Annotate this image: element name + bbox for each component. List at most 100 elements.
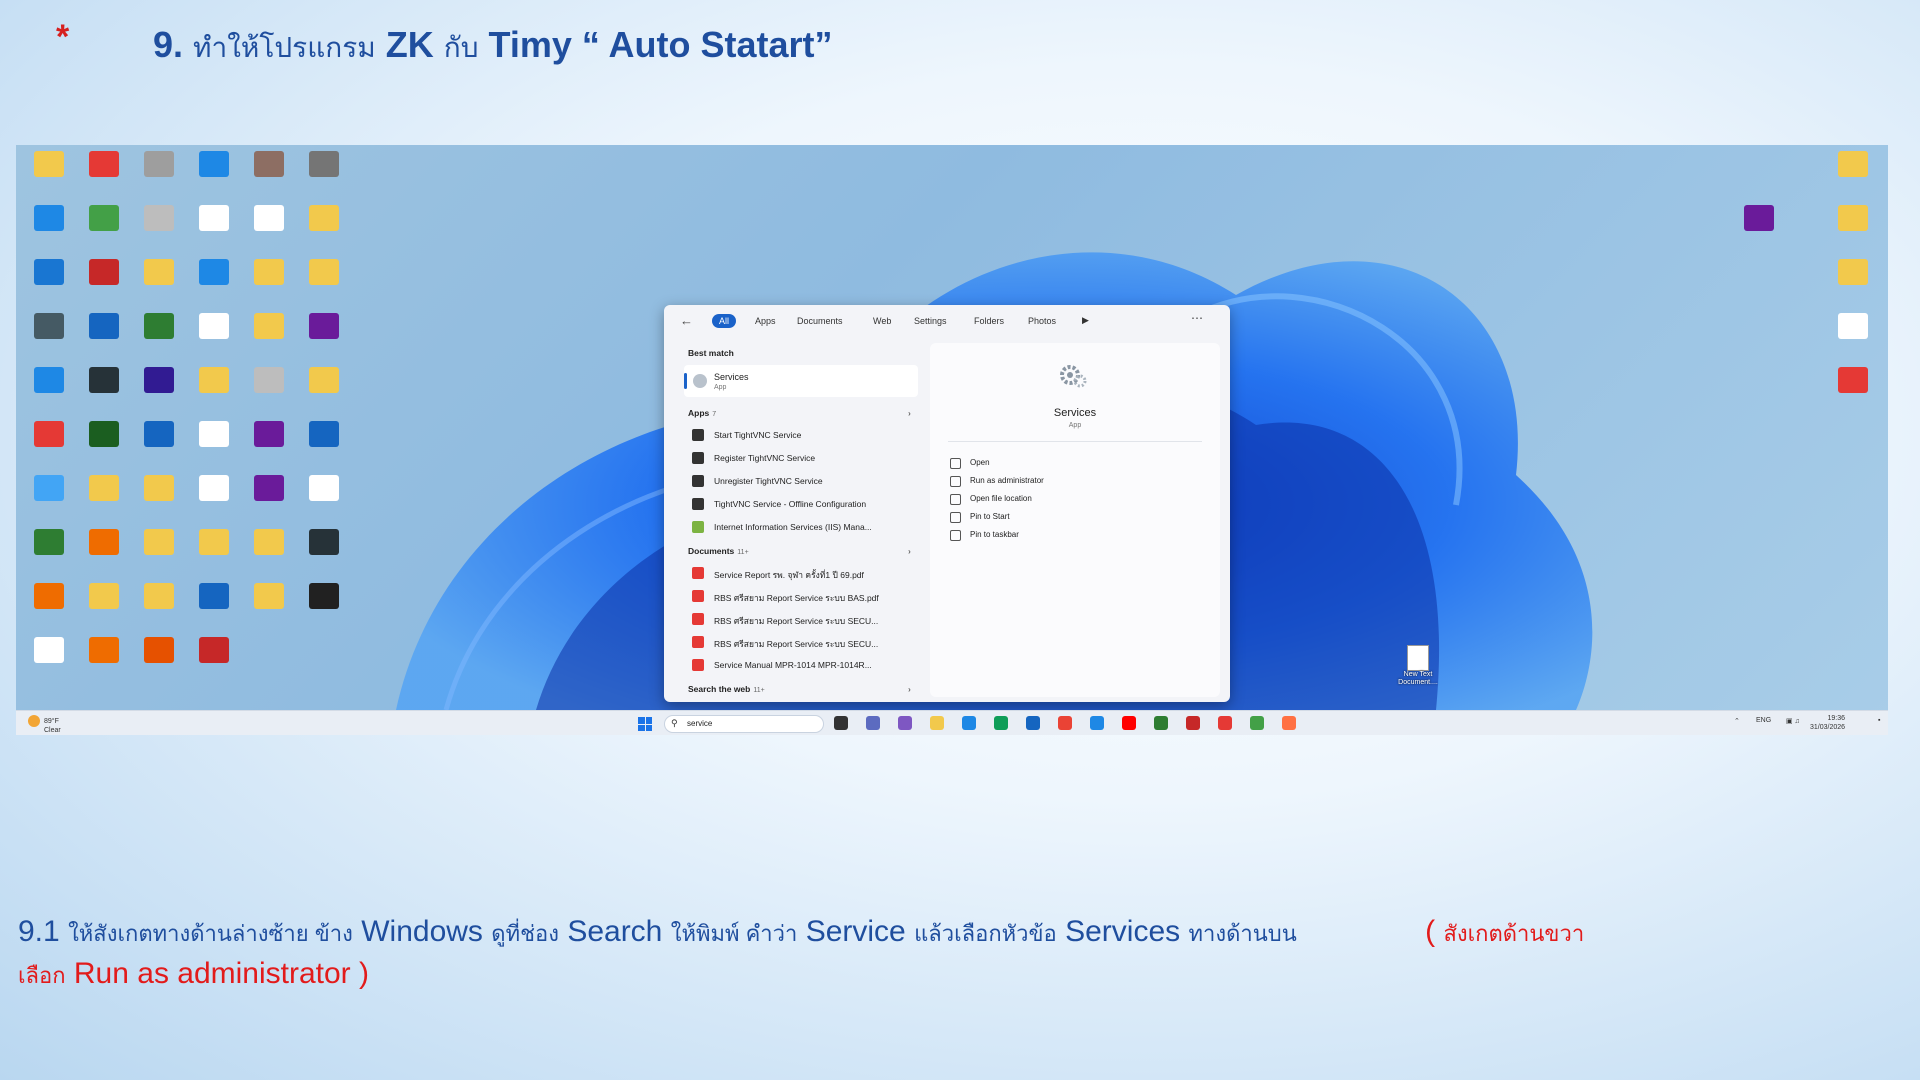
desktop-icon-new-text-document[interactable]: New Text Document.... bbox=[1388, 645, 1448, 687]
desktop-icon-excel[interactable] bbox=[1828, 311, 1878, 361]
desktop-icon[interactable] bbox=[134, 635, 184, 685]
desktop-icon[interactable] bbox=[299, 257, 349, 307]
desktop-icon-pdf[interactable] bbox=[1828, 365, 1878, 415]
filter-web[interactable]: Web bbox=[866, 314, 898, 328]
desktop-icon[interactable] bbox=[24, 581, 74, 631]
taskbar-app-icon[interactable] bbox=[1186, 716, 1200, 730]
desktop-icon[interactable] bbox=[244, 581, 294, 631]
desktop-icon[interactable] bbox=[189, 635, 239, 685]
filter-folders[interactable]: Folders bbox=[967, 314, 1011, 328]
desktop-icon[interactable] bbox=[299, 365, 349, 415]
desktop-icon[interactable] bbox=[79, 257, 129, 307]
desktop-icon[interactable] bbox=[189, 203, 239, 253]
desktop-icon[interactable] bbox=[244, 257, 294, 307]
desktop-icon[interactable] bbox=[79, 149, 129, 199]
desktop-icon[interactable] bbox=[134, 203, 184, 253]
taskbar-app-icon[interactable] bbox=[930, 716, 944, 730]
desktop-icon-folder[interactable] bbox=[1828, 257, 1878, 307]
app-result[interactable]: TightVNC Service - Offline Configuration bbox=[692, 495, 918, 513]
desktop-icon[interactable] bbox=[24, 149, 74, 199]
taskbar-app-icon[interactable] bbox=[1154, 716, 1168, 730]
desktop-icon[interactable] bbox=[244, 365, 294, 415]
desktop-icon[interactable] bbox=[189, 365, 239, 415]
network-volume-icons[interactable]: ▣ ♫ bbox=[1786, 717, 1800, 725]
taskbar-search-box[interactable]: ⚲ service bbox=[664, 715, 824, 733]
desktop-icon[interactable] bbox=[134, 473, 184, 523]
desktop-icon[interactable] bbox=[244, 473, 294, 523]
desktop-icon-folder[interactable] bbox=[1828, 203, 1878, 253]
desktop-icon[interactable] bbox=[299, 203, 349, 253]
desktop-icon[interactable] bbox=[79, 203, 129, 253]
taskbar-app-icon[interactable] bbox=[1026, 716, 1040, 730]
more-filters-play-icon[interactable]: ▶ bbox=[1082, 315, 1089, 326]
desktop-icon[interactable] bbox=[189, 419, 239, 469]
desktop-icon[interactable] bbox=[24, 257, 74, 307]
document-result[interactable]: RBS ศรีสยาม Report Service ระบบ SECU... bbox=[692, 633, 918, 651]
taskbar-app-icon[interactable] bbox=[994, 716, 1008, 730]
document-result[interactable]: RBS ศรีสยาม Report Service ระบบ SECU... bbox=[692, 610, 918, 628]
back-arrow-icon[interactable]: ← bbox=[680, 313, 693, 328]
desktop-icon[interactable] bbox=[189, 257, 239, 307]
taskbar-app-icon[interactable] bbox=[834, 716, 848, 730]
app-result[interactable]: Internet Information Services (IIS) Mana… bbox=[692, 518, 918, 536]
desktop-icon[interactable] bbox=[244, 419, 294, 469]
taskbar-clock[interactable]: 19:36 31/03/2026 bbox=[1810, 714, 1845, 732]
filter-all[interactable]: All bbox=[712, 314, 737, 328]
desktop-icon[interactable] bbox=[24, 419, 74, 469]
taskbar-app-icon[interactable] bbox=[1282, 716, 1296, 730]
taskbar-app-icon[interactable] bbox=[962, 716, 976, 730]
language-indicator[interactable]: ENG bbox=[1756, 717, 1771, 724]
desktop-icon[interactable] bbox=[79, 311, 129, 361]
desktop-icon[interactable] bbox=[24, 527, 74, 577]
desktop-icon[interactable] bbox=[189, 527, 239, 577]
notification-icon[interactable]: ▪ bbox=[1878, 717, 1880, 724]
documents-heading[interactable]: Documents 11+ › bbox=[688, 546, 911, 556]
document-result[interactable]: Service Report รพ. จุฬา ครั้งที่1 ปี 69.… bbox=[692, 564, 918, 582]
desktop-icon-folder[interactable] bbox=[1828, 149, 1878, 199]
desktop-icon[interactable] bbox=[24, 311, 74, 361]
desktop-icon[interactable] bbox=[299, 527, 349, 577]
taskbar-app-icon[interactable] bbox=[1058, 716, 1072, 730]
weather-widget[interactable]: 89°F Clear bbox=[28, 715, 61, 735]
desktop-icon[interactable] bbox=[79, 635, 129, 685]
desktop-icon[interactable] bbox=[134, 581, 184, 631]
desktop-icon[interactable] bbox=[79, 473, 129, 523]
desktop-icon[interactable] bbox=[79, 419, 129, 469]
app-result[interactable]: Start TightVNC Service bbox=[692, 426, 918, 444]
best-match-services[interactable]: Services App bbox=[684, 365, 918, 397]
desktop-icon[interactable] bbox=[134, 527, 184, 577]
desktop-icon[interactable] bbox=[134, 311, 184, 361]
taskbar-app-icon[interactable] bbox=[898, 716, 912, 730]
app-result[interactable]: Register TightVNC Service bbox=[692, 449, 918, 467]
apps-heading[interactable]: Apps 7 › bbox=[688, 408, 911, 418]
desktop-icon[interactable] bbox=[244, 149, 294, 199]
search-the-web-heading[interactable]: Search the web 11+ › bbox=[688, 684, 911, 694]
desktop-icon[interactable] bbox=[79, 581, 129, 631]
desktop-icon[interactable] bbox=[24, 635, 74, 685]
desktop-icon[interactable] bbox=[299, 419, 349, 469]
desktop-icon[interactable] bbox=[189, 473, 239, 523]
document-result[interactable]: RBS ศรีสยาม Report Service ระบบ BAS.pdf bbox=[692, 587, 918, 605]
desktop-icon[interactable] bbox=[244, 311, 294, 361]
desktop-icon[interactable] bbox=[299, 311, 349, 361]
desktop-icon[interactable] bbox=[189, 311, 239, 361]
app-result[interactable]: Unregister TightVNC Service bbox=[692, 472, 918, 490]
desktop-icon[interactable] bbox=[244, 527, 294, 577]
desktop-icon[interactable] bbox=[189, 149, 239, 199]
desktop-icon[interactable] bbox=[134, 365, 184, 415]
desktop-icon[interactable] bbox=[24, 203, 74, 253]
filter-photos[interactable]: Photos bbox=[1021, 314, 1063, 328]
chevron-up-icon[interactable]: ⌃ bbox=[1734, 717, 1740, 725]
desktop-icon[interactable] bbox=[134, 257, 184, 307]
windows-start-icon[interactable] bbox=[638, 717, 652, 731]
desktop-icon[interactable] bbox=[189, 581, 239, 631]
desktop-icon[interactable] bbox=[79, 527, 129, 577]
taskbar-app-icon[interactable] bbox=[1218, 716, 1232, 730]
taskbar-app-icon[interactable] bbox=[866, 716, 880, 730]
taskbar-app-icon[interactable] bbox=[1122, 716, 1136, 730]
desktop-icon[interactable] bbox=[299, 149, 349, 199]
desktop-icon[interactable] bbox=[24, 473, 74, 523]
desktop-icon[interactable] bbox=[79, 365, 129, 415]
desktop-icon[interactable] bbox=[24, 365, 74, 415]
desktop-icon[interactable] bbox=[134, 149, 184, 199]
